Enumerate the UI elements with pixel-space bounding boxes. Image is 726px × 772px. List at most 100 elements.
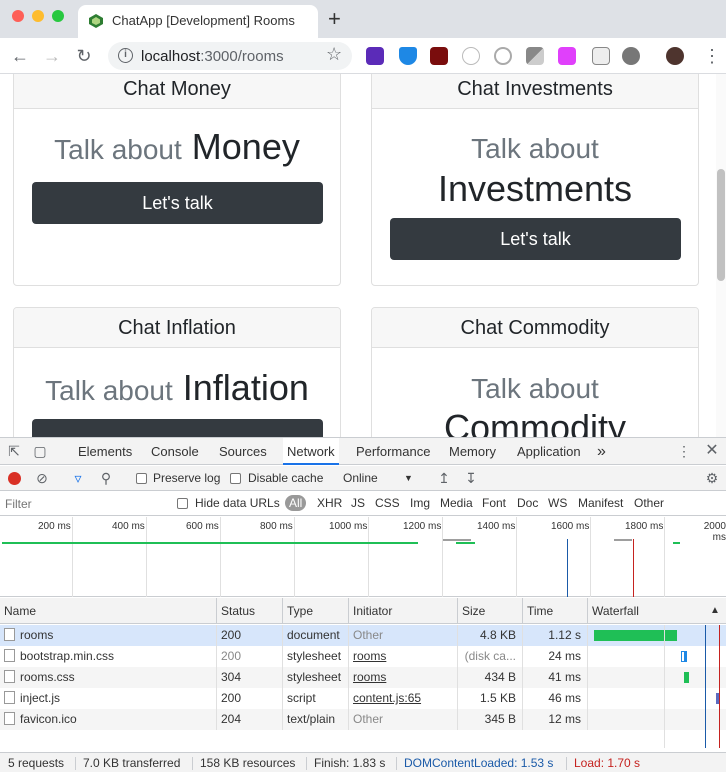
extension-react-icon[interactable]: [462, 47, 480, 65]
browser-toolbar: ← → ↻ i localhost:3000/rooms ☆ ⋮: [0, 38, 726, 74]
type-filter-ws[interactable]: WS: [548, 496, 567, 510]
row-initiator-link[interactable]: rooms: [349, 667, 458, 688]
hide-data-urls-checkbox[interactable]: [177, 498, 188, 509]
column-status[interactable]: Status: [217, 598, 283, 624]
type-filter-css[interactable]: CSS: [375, 496, 400, 510]
tab-console[interactable]: Console: [151, 438, 199, 465]
table-row[interactable]: rooms 200 document Other 4.8 KB 1.12 s: [0, 625, 726, 646]
lets-talk-button[interactable]: Let's talk: [390, 218, 681, 260]
row-size: 1.5 KB: [458, 688, 523, 709]
row-status: 200: [217, 688, 283, 709]
extension-target-icon[interactable]: [494, 47, 512, 65]
row-size: 345 B: [458, 709, 523, 730]
tab-network[interactable]: Network: [283, 438, 339, 465]
talk-about-label: Talk about: [471, 133, 599, 164]
network-overview[interactable]: 200 ms 400 ms 600 ms 800 ms 1000 ms 1200…: [0, 517, 726, 597]
type-filter-media[interactable]: Media: [440, 496, 473, 510]
column-name[interactable]: Name: [0, 598, 217, 624]
extension-purple-icon[interactable]: [366, 47, 384, 65]
forward-arrow-icon[interactable]: →: [40, 44, 64, 68]
devtools-menu-icon[interactable]: ⋮: [676, 443, 692, 459]
table-row[interactable]: favicon.ico 204 text/plain Other 345 B 1…: [0, 709, 726, 730]
back-arrow-icon[interactable]: ←: [8, 44, 32, 68]
row-name: rooms.css: [0, 667, 217, 688]
export-har-icon[interactable]: ↧: [463, 470, 479, 486]
extension-ublock-icon[interactable]: [430, 47, 448, 65]
row-initiator-link[interactable]: rooms: [349, 646, 458, 667]
overview-domcontentloaded-line: [567, 539, 568, 597]
preserve-log-checkbox[interactable]: [136, 473, 147, 484]
sort-ascending-icon[interactable]: ▲: [706, 598, 722, 624]
table-row[interactable]: bootstrap.min.css 200 stylesheet rooms (…: [0, 646, 726, 667]
type-filter-font[interactable]: Font: [482, 496, 506, 510]
divider: [75, 757, 76, 770]
throttling-select[interactable]: Online: [343, 471, 378, 485]
page-scrollbar[interactable]: [716, 74, 726, 437]
extension-bug-icon[interactable]: [622, 47, 640, 65]
table-row[interactable]: inject.js 200 script content.js:65 1.5 K…: [0, 688, 726, 709]
overview-small-bar: [673, 542, 680, 544]
overview-load-line: [633, 539, 634, 597]
tab-sources[interactable]: Sources: [219, 438, 267, 465]
import-har-icon[interactable]: ↥: [436, 470, 452, 486]
reload-icon[interactable]: ↻: [72, 44, 96, 68]
card-header: Chat Inflation: [14, 308, 340, 348]
profile-avatar[interactable]: [666, 47, 684, 65]
browser-menu-icon[interactable]: ⋮: [700, 44, 724, 68]
type-filter-js[interactable]: JS: [351, 496, 365, 510]
extension-vuex-icon[interactable]: [526, 47, 544, 65]
type-filter-img[interactable]: Img: [410, 496, 430, 510]
search-icon[interactable]: ⚲: [98, 470, 114, 486]
browser-tab-bar: ChatApp [Development] Rooms +: [0, 0, 726, 38]
column-size[interactable]: Size: [458, 598, 523, 624]
column-type[interactable]: Type: [283, 598, 349, 624]
lets-talk-button[interactable]: [32, 419, 323, 437]
minimize-window-button[interactable]: [32, 10, 44, 22]
row-type: document: [283, 625, 349, 646]
type-filter-xhr[interactable]: XHR: [317, 496, 342, 510]
disable-cache-checkbox[interactable]: [230, 473, 241, 484]
column-time[interactable]: Time: [523, 598, 588, 624]
filter-icon[interactable]: ▿: [70, 470, 86, 486]
page-scrollbar-thumb[interactable]: [717, 169, 725, 281]
address-bar[interactable]: i localhost:3000/rooms ☆: [108, 42, 352, 70]
maximize-window-button[interactable]: [52, 10, 64, 22]
filter-input[interactable]: [2, 495, 164, 513]
extension-eyedropper-icon[interactable]: [592, 47, 610, 65]
close-devtools-icon[interactable]: ✕: [704, 443, 720, 459]
tab-performance[interactable]: Performance: [356, 438, 430, 465]
extension-vue-icon[interactable]: [399, 47, 417, 65]
overview-tick: 2000 ms: [703, 521, 726, 543]
row-status: 304: [217, 667, 283, 688]
overview-gridline: [368, 517, 369, 597]
row-initiator-link[interactable]: content.js:65: [349, 688, 458, 709]
extension-apollo-icon[interactable]: [558, 47, 576, 65]
info-icon[interactable]: i: [118, 48, 133, 63]
overview-tick: 400 ms: [112, 521, 145, 532]
chevron-down-icon[interactable]: ▼: [404, 473, 413, 483]
tab-application[interactable]: Application: [517, 438, 581, 465]
new-tab-button[interactable]: +: [328, 6, 341, 32]
more-tabs-button[interactable]: »: [597, 438, 606, 465]
type-filter-doc[interactable]: Doc: [517, 496, 538, 510]
row-initiator: Other: [349, 625, 458, 646]
tab-elements[interactable]: Elements: [78, 438, 132, 465]
record-icon[interactable]: [8, 472, 21, 485]
lets-talk-button[interactable]: Let's talk: [32, 182, 323, 224]
tab-title: ChatApp [Development] Rooms: [112, 13, 295, 28]
row-status: 200: [217, 646, 283, 667]
type-filter-all[interactable]: All: [285, 495, 307, 511]
close-window-button[interactable]: [12, 10, 24, 22]
table-row[interactable]: rooms.css 304 stylesheet rooms 434 B 41 …: [0, 667, 726, 688]
inspect-element-icon[interactable]: ⇱: [6, 443, 22, 459]
tab-memory[interactable]: Memory: [449, 438, 496, 465]
row-name: inject.js: [0, 688, 217, 709]
type-filter-manifest[interactable]: Manifest: [578, 496, 623, 510]
column-initiator[interactable]: Initiator: [349, 598, 458, 624]
type-filter-other[interactable]: Other: [634, 496, 664, 510]
gear-icon[interactable]: ⚙: [704, 470, 720, 486]
browser-tab[interactable]: ChatApp [Development] Rooms: [78, 5, 318, 38]
clear-icon[interactable]: ⊘: [34, 470, 50, 486]
bookmark-star-icon[interactable]: ☆: [326, 44, 342, 65]
device-toolbar-icon[interactable]: ▢: [32, 443, 48, 459]
